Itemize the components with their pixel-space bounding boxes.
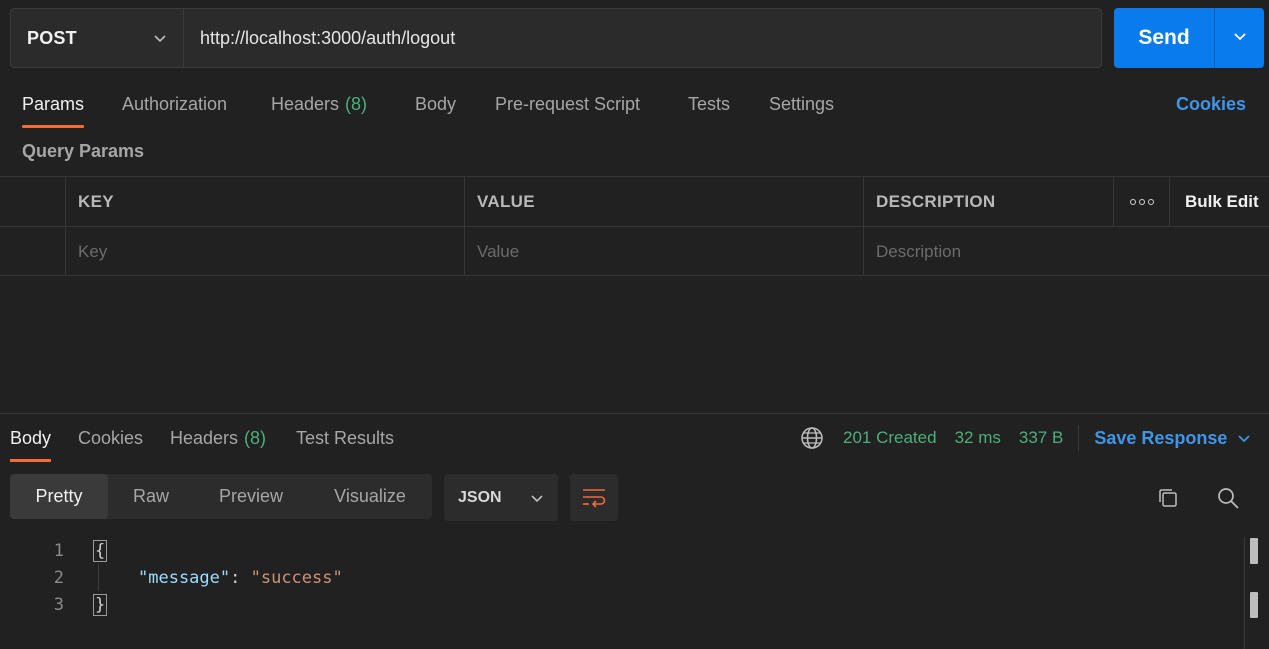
tab-authorization-label: Authorization xyxy=(122,93,228,114)
tab-pre-request-label: Pre-request Script xyxy=(495,93,641,114)
view-raw[interactable]: Raw xyxy=(108,474,194,519)
search-button[interactable] xyxy=(1214,484,1242,512)
response-tab-headers[interactable]: Headers (8) xyxy=(170,414,266,462)
response-tab-cookies[interactable]: Cookies xyxy=(78,414,143,462)
bulk-edit-button[interactable]: Bulk Edit xyxy=(1173,177,1259,226)
line-number: 1 xyxy=(53,540,64,561)
scrollbar-marker[interactable] xyxy=(1250,592,1258,618)
response-tab-test-results[interactable]: Test Results xyxy=(296,414,394,462)
close-brace: } xyxy=(93,593,108,616)
tab-headers-label: Headers xyxy=(271,93,340,114)
response-size[interactable]: 337 B xyxy=(1019,428,1063,448)
tab-tests[interactable]: Tests xyxy=(688,80,730,128)
tab-tests-label: Tests xyxy=(688,93,731,114)
response-body-viewer[interactable]: 1 { 2 "message": "success" 3 } xyxy=(0,537,1240,618)
chevron-down-icon xyxy=(1232,28,1248,49)
table-header-row: KEY VALUE DESCRIPTION Bulk Edit xyxy=(0,176,1269,226)
view-preview[interactable]: Preview xyxy=(194,474,308,519)
copy-icon xyxy=(1156,486,1180,510)
response-headers-count: (8) xyxy=(244,427,267,448)
code-line: 2 "message": "success" xyxy=(0,564,1240,591)
search-icon xyxy=(1216,486,1240,510)
view-pretty[interactable]: Pretty xyxy=(10,474,108,519)
method-url-group: POST xyxy=(10,8,1102,68)
open-brace: { xyxy=(93,539,108,562)
chevron-down-icon xyxy=(530,491,544,505)
divider xyxy=(1078,425,1080,451)
wrap-lines-button[interactable] xyxy=(570,474,618,521)
tab-pre-request-script[interactable]: Pre-request Script xyxy=(495,80,640,128)
tab-params[interactable]: Params xyxy=(22,80,85,128)
status-code[interactable]: 201 Created xyxy=(843,428,937,448)
save-response-label: Save Response xyxy=(1094,427,1228,448)
tab-authorization[interactable]: Authorization xyxy=(122,80,227,128)
json-key: "message" xyxy=(138,567,231,588)
globe-icon[interactable] xyxy=(800,426,824,450)
code-text: { xyxy=(93,539,108,562)
code-text: "message": "success" xyxy=(138,568,343,588)
code-line: 3 } xyxy=(0,591,1240,618)
postman-window: POST Send Params Authorization Headers xyxy=(0,0,1269,649)
format-select[interactable]: JSON xyxy=(444,474,558,521)
headers-count: (8) xyxy=(345,93,368,114)
tab-settings-label: Settings xyxy=(769,93,835,114)
request-tabs: Params Authorization Headers (8) Body Pr… xyxy=(0,80,1269,130)
column-key: KEY xyxy=(78,191,114,211)
json-colon: : xyxy=(230,567,251,588)
scrollbar-track[interactable] xyxy=(1244,537,1245,649)
view-visualize[interactable]: Visualize xyxy=(308,474,432,519)
copy-button[interactable] xyxy=(1154,484,1182,512)
chevron-down-icon xyxy=(153,31,167,45)
param-description-input[interactable]: Description xyxy=(864,227,1269,276)
send-button-group: Send xyxy=(1114,8,1264,68)
param-value-input[interactable]: Value xyxy=(465,227,863,276)
line-number: 2 xyxy=(53,567,64,588)
column-value: VALUE xyxy=(477,191,535,211)
response-tab-body[interactable]: Body xyxy=(10,414,52,462)
query-params-title: Query Params xyxy=(22,141,145,161)
chevron-down-icon xyxy=(1237,431,1251,445)
response-tab-body-label: Body xyxy=(10,427,52,448)
response-tab-cookies-label: Cookies xyxy=(78,427,144,448)
more-options-button[interactable] xyxy=(1114,177,1169,226)
table-row: Key Value Description xyxy=(0,226,1269,276)
line-number: 3 xyxy=(53,594,64,615)
method-label: POST xyxy=(27,27,77,48)
tab-body[interactable]: Body xyxy=(415,80,456,128)
column-description: DESCRIPTION xyxy=(876,191,996,211)
cookies-link[interactable]: Cookies xyxy=(1176,80,1246,128)
scrollbar-marker[interactable] xyxy=(1250,538,1258,564)
json-value: "success" xyxy=(250,567,343,588)
cookies-link-label: Cookies xyxy=(1176,93,1247,114)
more-dots-icon xyxy=(1114,198,1169,205)
code-line: 1 { xyxy=(0,537,1240,564)
indent-guide xyxy=(98,564,99,591)
tab-body-label: Body xyxy=(415,93,457,114)
response-tab-test-results-label: Test Results xyxy=(296,427,395,448)
response-time[interactable]: 32 ms xyxy=(955,428,1001,448)
wrap-lines-icon xyxy=(582,487,606,509)
code-text: } xyxy=(93,593,108,616)
method-select[interactable]: POST xyxy=(11,9,184,67)
response-tab-headers-label: Headers xyxy=(170,427,239,448)
response-status-bar: 201 Created 32 ms 337 B Save Response xyxy=(800,414,1251,462)
format-label: JSON xyxy=(458,488,502,506)
url-input[interactable] xyxy=(184,9,1101,67)
tab-params-label: Params xyxy=(22,93,85,114)
tab-settings[interactable]: Settings xyxy=(769,80,834,128)
save-response-button[interactable]: Save Response xyxy=(1094,428,1251,449)
tab-headers[interactable]: Headers (8) xyxy=(271,80,367,128)
send-button[interactable]: Send xyxy=(1114,8,1215,68)
param-key-input[interactable]: Key xyxy=(66,227,464,276)
view-mode-selector: Pretty Raw Preview Visualize xyxy=(10,474,432,519)
send-options-button[interactable] xyxy=(1215,8,1264,68)
request-bar: POST Send xyxy=(10,8,1264,68)
query-params-table: KEY VALUE DESCRIPTION Bulk Edit Key Valu… xyxy=(0,176,1269,276)
